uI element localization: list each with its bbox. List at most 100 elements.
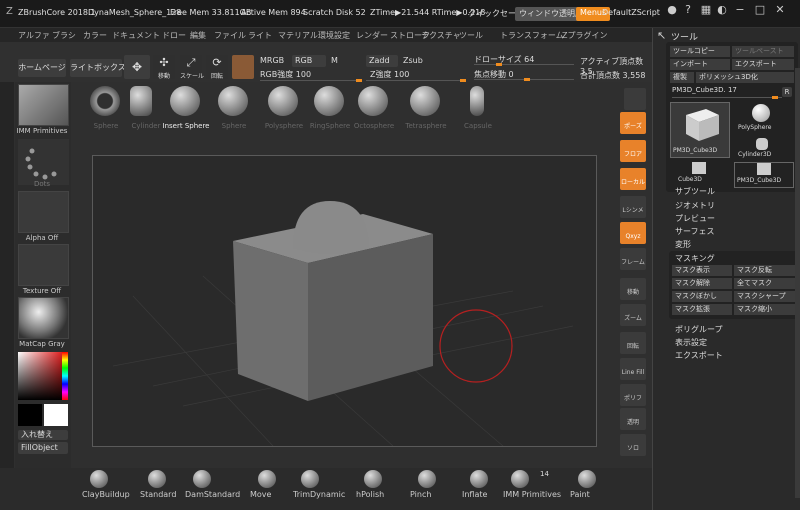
r-button[interactable]: R [782, 87, 792, 97]
menu-6[interactable]: ファイル [214, 30, 246, 41]
brush-8-label[interactable]: IMM Primitives [503, 490, 561, 499]
edit-button[interactable]: ✥ [124, 55, 150, 79]
focal-shift-slider[interactable] [474, 78, 574, 81]
home-button[interactable]: ホームページ [18, 59, 66, 77]
left-tray[interactable] [0, 82, 14, 510]
dock-button-5[interactable]: フレーム [620, 248, 646, 270]
brush-7-label[interactable]: Inflate [462, 490, 487, 499]
menu-5[interactable]: 編集 [190, 30, 206, 41]
menu-1[interactable]: ブラシ [52, 30, 76, 41]
primitive-3-icon[interactable] [218, 86, 248, 116]
viewport-canvas[interactable] [92, 155, 597, 447]
dock-button-9[interactable]: Line Fill [620, 358, 646, 380]
matcap-thumb[interactable] [18, 297, 69, 339]
zsub-button[interactable]: Zsub [403, 56, 423, 65]
move-mode-button[interactable]: ✣ 移動 [153, 55, 175, 80]
brush-3-label[interactable]: Move [250, 490, 271, 499]
clone-button[interactable]: 複製 [670, 72, 694, 83]
menu-13[interactable]: ツール [459, 30, 483, 41]
brush-7-icon[interactable] [470, 470, 488, 488]
primitive-5-icon[interactable] [314, 86, 344, 116]
swap-color-button[interactable]: 入れ替え [18, 430, 68, 440]
dock-button-10[interactable]: ポリフ [620, 384, 646, 406]
primitive-6-icon[interactable] [358, 86, 388, 116]
lightbox-button[interactable]: ライトボックス [70, 59, 126, 77]
display-menu[interactable]: 表示設定 [675, 337, 707, 348]
layout-icon[interactable]: ▦ [700, 4, 712, 16]
brush-4-icon[interactable] [301, 470, 319, 488]
menu-4[interactable]: ドロー [162, 30, 186, 41]
brush-4-label[interactable]: TrimDynamic [293, 490, 345, 499]
paint-mode-button[interactable] [624, 88, 646, 110]
menu-7[interactable]: ライト [248, 30, 272, 41]
scale-mode-button[interactable]: ⤢ スケール [180, 55, 204, 80]
cube3d-thumb[interactable]: Cube3D [670, 162, 730, 188]
brush-9-label[interactable]: Paint [570, 490, 590, 499]
make-polymesh-button[interactable]: ポリメッシュ3D化 [696, 72, 794, 83]
close-icon[interactable]: ✕ [774, 4, 786, 16]
brush-0-label[interactable]: ClayBuildup [82, 490, 130, 499]
m-button[interactable]: M [331, 56, 338, 65]
brush-3-icon[interactable] [258, 470, 276, 488]
tool-copy-button[interactable]: ツールコピー [670, 46, 730, 57]
alpha-thumb[interactable] [18, 191, 69, 233]
dock-button-7[interactable]: ズーム3D [620, 304, 646, 352]
dock-button-0[interactable]: ポーズ [620, 112, 646, 134]
mask-blur-button[interactable]: マスクぼかし [672, 291, 732, 302]
mrgb-button[interactable]: MRGB [260, 56, 284, 65]
tool-slider[interactable] [672, 96, 782, 99]
export-button[interactable]: エクスポート [732, 59, 794, 70]
zadd-button[interactable]: Zadd [366, 55, 398, 67]
palette-scrollbar[interactable] [795, 68, 800, 498]
menu-14[interactable]: トランスフォーム [500, 30, 564, 41]
brush-0-icon[interactable] [90, 470, 108, 488]
primitive-0-icon[interactable] [90, 86, 120, 116]
dock-button-4[interactable]: Qxyz [620, 222, 646, 244]
masking-header[interactable]: マスキング [675, 253, 715, 264]
menu-0[interactable]: アルファ [18, 30, 50, 41]
primitive-8-icon[interactable] [470, 86, 484, 116]
dock-button-3[interactable]: Lシンメトリ [620, 196, 646, 244]
color-picker[interactable] [18, 352, 62, 400]
mask-shrink-button[interactable]: マスク縮小 [734, 304, 796, 315]
menu-12[interactable]: テクスチャ [421, 30, 461, 41]
mask-sharpen-button[interactable]: マスクシャープ [734, 291, 796, 302]
dots-stroke-thumb[interactable] [18, 139, 69, 185]
dock-button-8[interactable]: 回転 [620, 332, 646, 354]
main-color[interactable] [44, 404, 68, 426]
primitive-7-icon[interactable] [410, 86, 440, 116]
texture-thumb[interactable] [18, 244, 69, 286]
z-intensity-slider[interactable] [366, 79, 466, 82]
draw-size-slider[interactable] [474, 63, 574, 66]
brush-5-label[interactable]: hPolish [356, 490, 384, 499]
menu-15[interactable]: Zプラグイン [562, 30, 607, 41]
imm-primitives-thumb[interactable] [18, 84, 69, 126]
rgb-intensity-slider[interactable] [260, 79, 362, 82]
dock-button-1[interactable]: フロア [620, 140, 646, 162]
hue-strip[interactable] [62, 352, 68, 400]
export-menu[interactable]: エクスポート [675, 350, 723, 361]
mask-all-button[interactable]: 全てマスク [734, 278, 796, 289]
deform-menu[interactable]: 変形 [675, 239, 691, 250]
brush-1-icon[interactable] [148, 470, 166, 488]
info-icon[interactable]: ● [666, 4, 678, 16]
rgb-button[interactable]: RGB [292, 55, 326, 67]
surface-menu[interactable]: サーフェス [675, 226, 715, 237]
dock-button-11[interactable]: 透明 [620, 408, 646, 430]
primitive-2-icon[interactable] [170, 86, 200, 116]
default-zscript[interactable]: DefaultZScript [602, 8, 660, 17]
menu-10[interactable]: レンダー [356, 30, 388, 41]
polysphere-thumb[interactable]: PolySphere [734, 102, 794, 136]
dock-button-2[interactable]: ローカル [620, 168, 646, 190]
menu-8[interactable]: マテリアル [278, 30, 318, 41]
menu-2[interactable]: カラー [83, 30, 107, 41]
mask-show-button[interactable]: マスク表示 [672, 265, 732, 276]
minimize-icon[interactable]: − [734, 4, 746, 16]
rotate-mode-button[interactable]: ⟳ 回転 [206, 55, 228, 80]
material-swatch[interactable] [232, 55, 254, 79]
geometry-menu[interactable]: ジオメトリ [675, 200, 715, 211]
subtool-menu[interactable]: サブツール [675, 186, 715, 197]
mask-invert-button[interactable]: マスク反転 [734, 265, 796, 276]
import-button[interactable]: インポート [670, 59, 730, 70]
mask-grow-button[interactable]: マスク拡張 [672, 304, 732, 315]
